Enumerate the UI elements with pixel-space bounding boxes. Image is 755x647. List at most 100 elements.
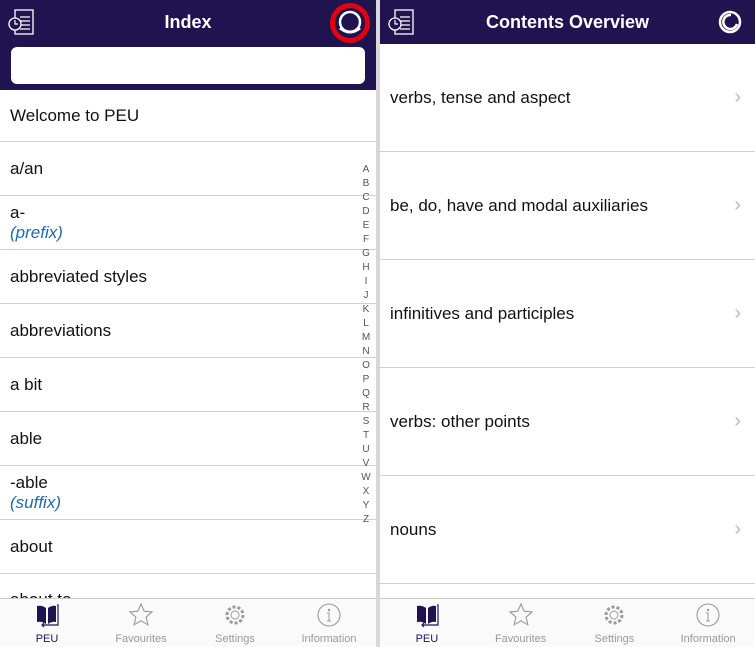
tab-label: PEU xyxy=(415,633,439,645)
alphabet-letter[interactable]: D xyxy=(362,205,369,219)
tab-bar: PEU Favourites Settings Information xyxy=(380,598,755,647)
alphabet-letter[interactable]: I xyxy=(365,275,368,289)
tab-label: Settings xyxy=(594,633,635,645)
alphabet-letter[interactable]: F xyxy=(363,233,369,247)
history-icon[interactable] xyxy=(7,8,35,36)
tab-information[interactable]: Information xyxy=(661,599,755,647)
contents-list: verbs, tense and aspect › be, do, have an… xyxy=(380,44,755,584)
alphabet-letter[interactable]: N xyxy=(362,345,369,359)
alphabet-letter[interactable]: O xyxy=(362,359,370,373)
item-sublabel: (suffix) xyxy=(10,492,61,512)
list-item[interactable]: a/an xyxy=(0,142,376,196)
page-title: Index xyxy=(164,12,212,32)
item-label: about xyxy=(10,536,53,556)
tab-favourites[interactable]: Favourites xyxy=(94,599,188,647)
chevron-right-icon: › xyxy=(734,518,741,540)
gear-icon xyxy=(601,602,627,633)
alphabet-index[interactable]: ABCDEFGHIJKLMNOPQRSTUVWXYZ xyxy=(360,163,372,527)
alphabet-letter[interactable]: L xyxy=(363,317,369,331)
item-label: be, do, have and modal auxiliaries xyxy=(390,195,648,215)
tab-label: Information xyxy=(680,633,736,645)
list-item[interactable]: abbreviations xyxy=(0,304,376,358)
alphabet-letter[interactable]: X xyxy=(363,485,370,499)
alphabet-letter[interactable]: A xyxy=(363,163,370,177)
alphabet-letter[interactable]: T xyxy=(363,429,369,443)
tab-label: Information xyxy=(301,633,357,645)
chevron-right-icon: › xyxy=(734,194,741,216)
list-item[interactable]: -able (suffix) xyxy=(0,466,376,520)
item-label: a/an xyxy=(10,158,44,178)
search-input[interactable] xyxy=(11,47,365,84)
item-label: verbs: other points xyxy=(390,411,530,431)
alphabet-letter[interactable]: W xyxy=(361,471,370,485)
alphabet-letter[interactable]: E xyxy=(363,219,370,233)
chevron-right-icon: › xyxy=(734,302,741,324)
item-label: abbreviations xyxy=(10,320,112,340)
chevron-right-icon: › xyxy=(734,86,741,108)
list-item[interactable]: a bit xyxy=(0,358,376,412)
list-item[interactable]: Welcome to PEU xyxy=(0,90,376,142)
item-sublabel: (prefix) xyxy=(10,222,63,242)
tab-label: Favourites xyxy=(494,633,547,645)
item-label: -able xyxy=(10,472,48,492)
star-icon xyxy=(128,602,154,633)
chevron-right-icon: › xyxy=(734,410,741,432)
alphabet-letter[interactable]: H xyxy=(362,261,369,275)
star-icon xyxy=(508,602,534,633)
gear-icon xyxy=(222,602,248,633)
alphabet-letter[interactable]: Y xyxy=(363,499,370,513)
index-list: Welcome to PEU a/an a- (prefix) abbreviat… xyxy=(0,90,376,628)
contents-item[interactable]: nouns › xyxy=(380,476,755,584)
tab-label: Favourites xyxy=(115,633,167,645)
tab-bar: PEU Favourites Settings Information xyxy=(0,598,376,647)
tab-favourites[interactable]: Favourites xyxy=(474,599,568,647)
list-item[interactable]: about xyxy=(0,520,376,574)
item-label: a bit xyxy=(10,374,43,394)
item-label: able xyxy=(10,428,43,448)
alphabet-letter[interactable]: M xyxy=(362,331,370,345)
alphabet-letter[interactable]: U xyxy=(362,443,369,457)
index-panel: Index Welcome to PEU a/an a- (prefix) abb… xyxy=(0,0,376,647)
item-label: a- xyxy=(10,202,26,222)
history-icon[interactable] xyxy=(387,8,415,36)
tab-settings[interactable]: Settings xyxy=(568,599,662,647)
alphabet-letter[interactable]: K xyxy=(363,303,370,317)
contents-item[interactable]: be, do, have and modal auxiliaries › xyxy=(380,152,755,260)
list-item[interactable]: able xyxy=(0,412,376,466)
book-icon xyxy=(414,602,440,633)
alphabet-letter[interactable]: V xyxy=(363,457,370,471)
contents-item[interactable]: infinitives and participles › xyxy=(380,260,755,368)
alphabet-letter[interactable]: B xyxy=(363,177,370,191)
contents-panel: Contents Overview verbs, tense and aspec… xyxy=(380,0,755,647)
alphabet-letter[interactable]: C xyxy=(362,191,369,205)
list-item[interactable]: abbreviated styles xyxy=(0,250,376,304)
page-title: Contents Overview xyxy=(485,12,650,32)
item-label: nouns xyxy=(390,519,437,539)
tab-information[interactable]: Information xyxy=(282,599,376,647)
item-label: Welcome to PEU xyxy=(10,105,140,125)
tab-settings[interactable]: Settings xyxy=(188,599,282,647)
info-icon xyxy=(695,602,721,633)
tab-label: Settings xyxy=(215,633,255,645)
contents-item[interactable]: verbs: other points › xyxy=(380,368,755,476)
alphabet-letter[interactable]: P xyxy=(363,373,370,387)
info-icon xyxy=(316,602,342,633)
list-item[interactable]: a- (prefix) xyxy=(0,196,376,250)
tab-peu[interactable]: PEU xyxy=(380,599,474,647)
alphabet-letter[interactable]: J xyxy=(364,289,369,303)
tab-peu[interactable]: PEU xyxy=(0,599,94,647)
book-icon xyxy=(34,602,60,633)
contents-item[interactable]: verbs, tense and aspect › xyxy=(380,44,755,152)
logo-icon[interactable] xyxy=(716,8,744,36)
alphabet-letter[interactable]: Z xyxy=(363,513,369,527)
item-label: abbreviated styles xyxy=(10,266,148,286)
contents-header: Contents Overview xyxy=(380,0,755,44)
tab-label: PEU xyxy=(35,633,59,645)
item-label: infinitives and participles xyxy=(390,303,575,323)
index-header: Index xyxy=(0,0,376,90)
alphabet-letter[interactable]: Q xyxy=(362,387,370,401)
alphabet-letter[interactable]: G xyxy=(362,247,370,261)
alphabet-letter[interactable]: S xyxy=(363,415,370,429)
alphabet-letter[interactable]: R xyxy=(362,401,369,415)
logo-icon[interactable] xyxy=(336,9,364,37)
